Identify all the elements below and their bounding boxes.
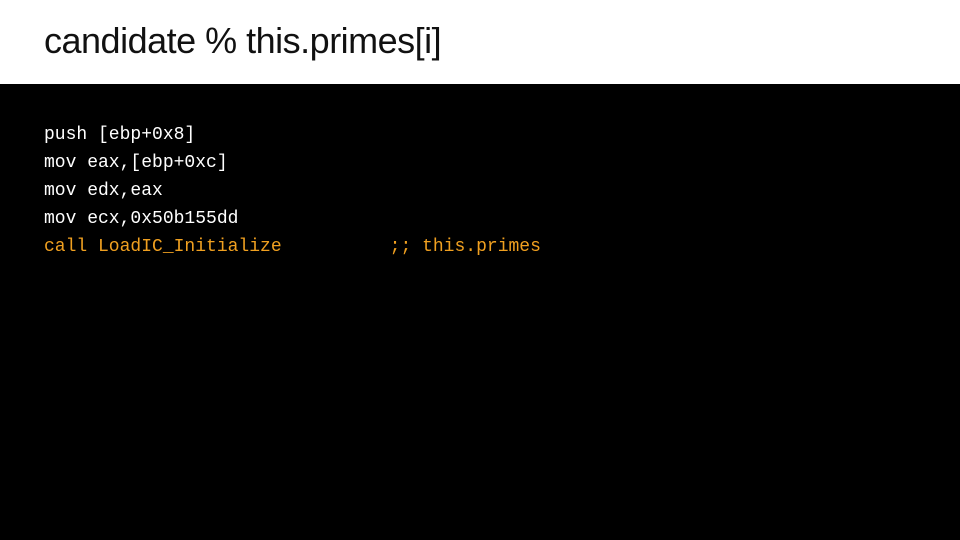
slide-header: candidate % this.primes[i] [0,0,960,84]
instruction-highlight: call LoadIC_Initialize [44,237,282,257]
instruction: mov ecx,0x50b155dd [44,209,238,229]
code-padding [282,234,390,262]
slide-title: candidate % this.primes[i] [44,20,441,62]
code-line: mov edx,eax [44,178,916,206]
instruction: mov eax,[ebp+0xc] [44,153,228,173]
code-line: mov eax,[ebp+0xc] [44,150,916,178]
instruction: mov edx,eax [44,181,163,201]
code-comment: ;; this.primes [390,237,541,257]
code-line: call LoadIC_Initialize ;; this.primes [44,234,916,262]
instruction: push [ebp+0x8] [44,125,195,145]
code-line: push [ebp+0x8] [44,122,916,150]
assembly-code-block: push [ebp+0x8] mov eax,[ebp+0xc] mov edx… [0,84,960,299]
code-line: mov ecx,0x50b155dd [44,206,916,234]
